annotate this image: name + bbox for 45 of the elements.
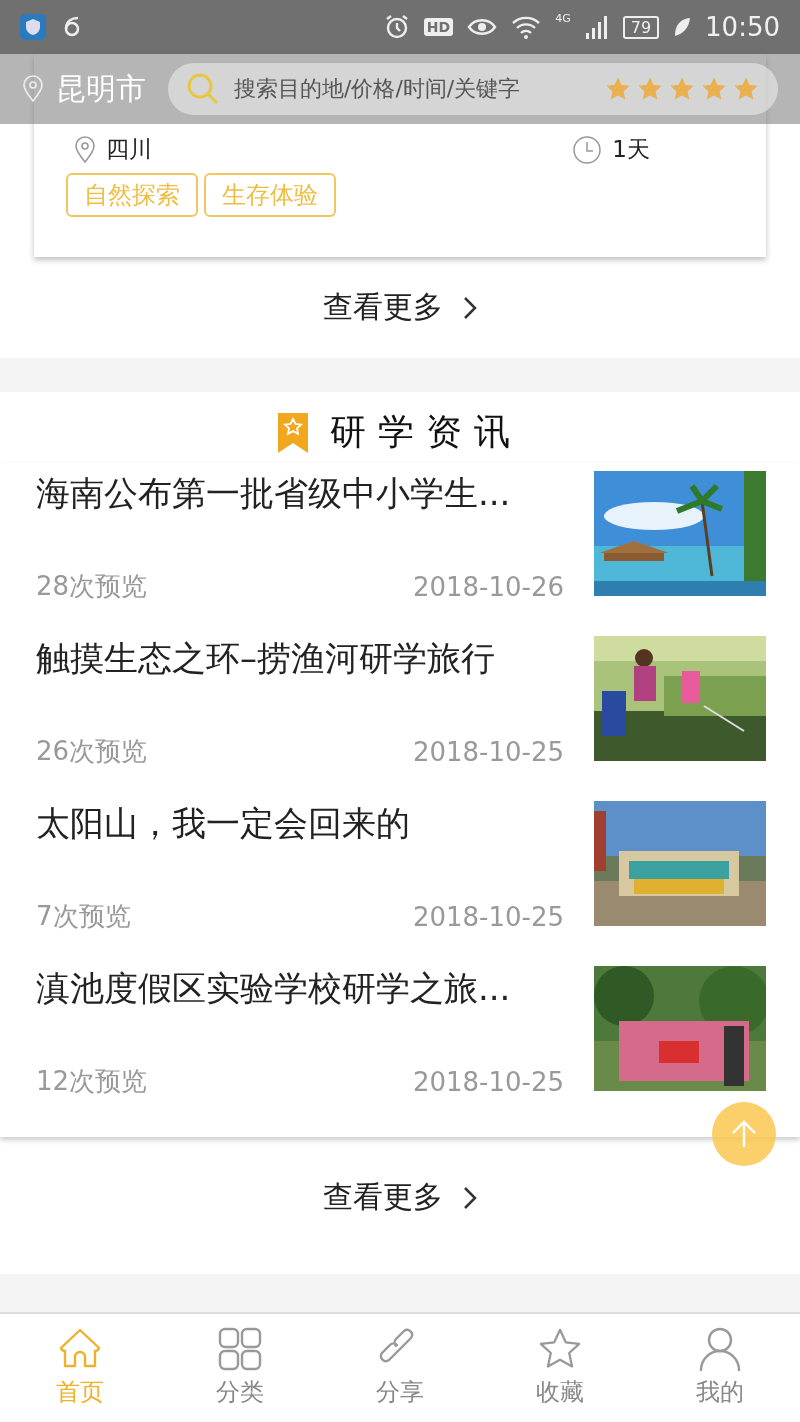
bookmark-star-icon xyxy=(278,412,308,453)
tab-item[interactable]: 收藏 xyxy=(480,1314,640,1422)
network-type: 4G xyxy=(555,12,571,25)
tour-location: 四川 xyxy=(106,135,152,164)
search-icon xyxy=(186,72,220,106)
clock-icon xyxy=(572,134,603,165)
news-title: 太阳山，我一定会回来的 xyxy=(36,802,411,845)
news-title: 滇池度假区实验学校研学之旅... xyxy=(36,967,512,1010)
chevron-right-icon xyxy=(463,1185,477,1210)
tour-tag: 生存体验 xyxy=(204,173,336,217)
news-date: 2018-10-25 xyxy=(412,1066,564,1097)
eye-icon xyxy=(467,16,498,38)
view-count: 12次预览 xyxy=(36,1065,148,1098)
tab-item[interactable]: 分类 xyxy=(160,1314,320,1422)
see-more-link[interactable]: 查看更多 xyxy=(323,1137,477,1274)
tour-duration: 1天 xyxy=(612,135,650,164)
status-time: 10:50 xyxy=(705,12,780,42)
news-item[interactable]: 海南公布第一批省级中小学生... 28次预览 2018-10-26 xyxy=(0,463,800,628)
signal-icon xyxy=(584,15,609,39)
news-date: 2018-10-26 xyxy=(412,571,564,602)
view-count: 28次预览 xyxy=(36,570,148,603)
wifi-icon xyxy=(511,15,542,39)
shield-app-icon xyxy=(20,14,46,40)
user-icon xyxy=(697,1326,743,1372)
grid-icon xyxy=(217,1326,263,1372)
news-item[interactable]: 滇池度假区实验学校研学之旅... 12次预览 2018-10-25 xyxy=(0,958,800,1123)
tab-item[interactable]: 分享 xyxy=(320,1314,480,1422)
news-title: 海南公布第一批省级中小学生... xyxy=(36,472,512,515)
see-more-link[interactable]: 查看更多 xyxy=(323,257,477,358)
news-item[interactable]: 触摸生态之环–捞渔河研学旅行 26次预览 2018-10-25 xyxy=(0,628,800,793)
news-date: 2018-10-25 xyxy=(412,901,564,932)
view-count: 26次预览 xyxy=(36,735,148,768)
tour-tag: 自然探索 xyxy=(66,173,198,217)
section-title: 研学资讯 xyxy=(330,410,522,454)
location-pin-icon xyxy=(22,75,44,103)
news-date: 2018-10-25 xyxy=(412,736,564,767)
hd-indicator: HD xyxy=(423,18,454,36)
news-item[interactable]: 太阳山，我一定会回来的 7次预览 2018-10-25 xyxy=(0,793,800,958)
view-count: 7次预览 xyxy=(36,900,131,933)
tab-item[interactable]: 我的 xyxy=(640,1314,800,1422)
news-title: 触摸生态之环–捞渔河研学旅行 xyxy=(36,637,496,680)
chevron-right-icon xyxy=(463,295,477,320)
location-pin-icon xyxy=(74,135,96,164)
battery-level: 79 xyxy=(622,15,660,39)
leaf-icon xyxy=(673,16,692,38)
